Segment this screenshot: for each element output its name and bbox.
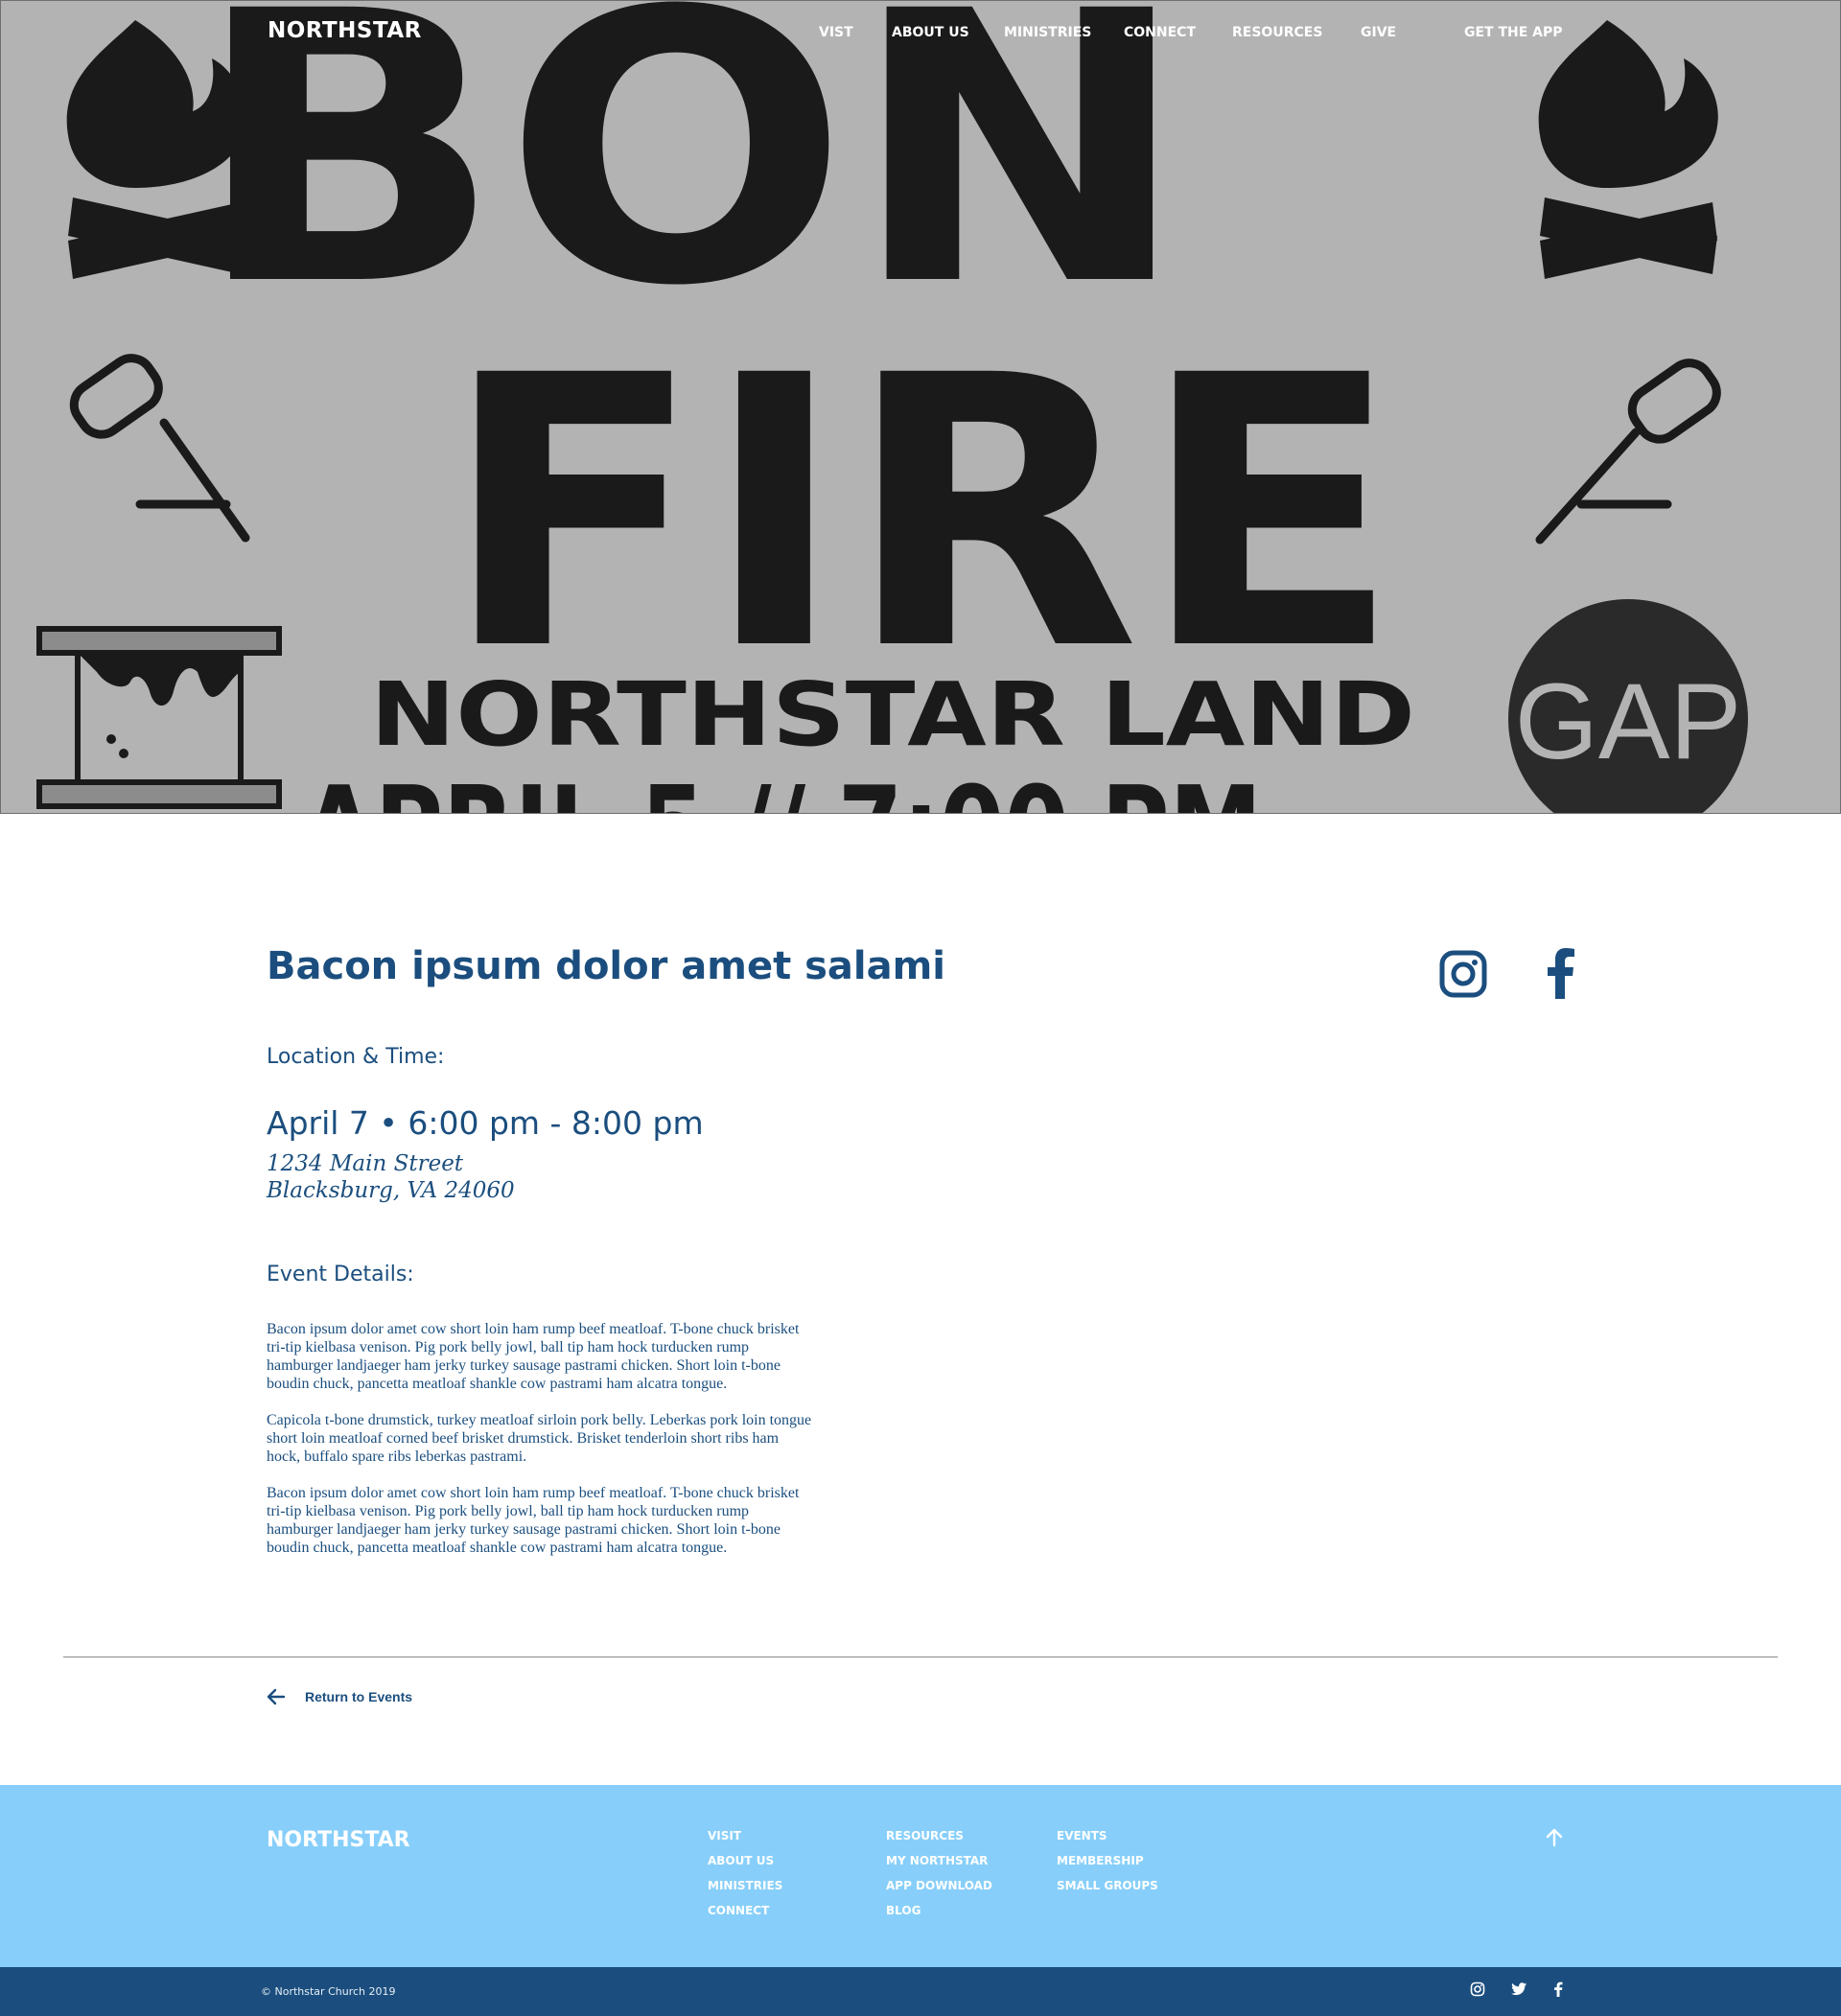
copyright-text: © Northstar Church 2019	[261, 1985, 396, 1998]
bonfire-poster-image: BON FIRE NORTHSTAR LAND APRIL 5 // 7:00 …	[36, 1, 1748, 814]
event-title: Bacon ipsum dolor amet salami	[267, 944, 946, 988]
get-the-app-button[interactable]: GET THE APP	[1464, 25, 1563, 40]
footer-column-1: VISIT ABOUT US MINISTRIES CONNECT	[708, 1828, 782, 1928]
flame-icon	[1538, 20, 1718, 279]
footer-column-3: EVENTS MEMBERSHIP SMALL GROUPS	[1057, 1828, 1158, 1903]
marshmallow-icon	[69, 354, 250, 543]
hero-banner: BON FIRE NORTHSTAR LAND APRIL 5 // 7:00 …	[0, 0, 1841, 814]
footer-logo[interactable]: NORTHSTAR	[267, 1828, 410, 1852]
event-details-heading: Event Details:	[267, 1263, 414, 1286]
address-line-1: 1234 Main Street	[267, 1151, 464, 1176]
smores-icon	[36, 626, 282, 809]
nav-item-connect[interactable]: CONNECT	[1124, 25, 1196, 40]
nav-item-ministries[interactable]: MINISTRIES	[1004, 25, 1091, 40]
event-date-time: April 7 • 6:00 pm - 8:00 pm	[267, 1104, 704, 1142]
event-details-body: Bacon ipsum dolor amet cow short loin ha…	[267, 1320, 813, 1575]
footer-bottom-bar: © Northstar Church 2019	[0, 1967, 1841, 2016]
footer-link-small-groups[interactable]: SMALL GROUPS	[1057, 1878, 1158, 1903]
instagram-icon[interactable]	[1438, 949, 1488, 999]
arrow-left-icon	[267, 1688, 286, 1705]
details-paragraph: Bacon ipsum dolor amet cow short loin ha…	[267, 1321, 800, 1392]
details-paragraph: Capicola t-bone drumstick, turkey meatlo…	[267, 1412, 812, 1465]
nav-item-give[interactable]: GIVE	[1361, 25, 1396, 40]
facebook-icon[interactable]	[1553, 1981, 1563, 1997]
gap-logo-text: GAP	[1515, 661, 1742, 781]
footer-link-membership[interactable]: MEMBERSHIP	[1057, 1853, 1158, 1878]
footer-link-resources[interactable]: RESOURCES	[886, 1828, 992, 1853]
nav-item-visit[interactable]: VIST	[819, 25, 853, 40]
nav-item-resources[interactable]: RESOURCES	[1232, 25, 1322, 40]
poster-location: NORTHSTAR LAND	[370, 663, 1415, 766]
marshmallow-icon	[1535, 359, 1721, 545]
footer-link-about-us[interactable]: ABOUT US	[708, 1853, 782, 1878]
footer-link-ministries[interactable]: MINISTRIES	[708, 1878, 782, 1903]
site-footer: NORTHSTAR VISIT ABOUT US MINISTRIES CONN…	[0, 1785, 1841, 1967]
return-to-events-label: Return to Events	[305, 1689, 413, 1704]
details-paragraph: Bacon ipsum dolor amet cow short loin ha…	[267, 1485, 800, 1556]
return-to-events-link[interactable]: Return to Events	[267, 1685, 412, 1708]
poster-date: APRIL 5 // 7:00 PM	[303, 763, 1262, 814]
footer-column-2: RESOURCES MY NORTHSTAR APP DOWNLOAD BLOG	[886, 1828, 992, 1928]
footer-link-events[interactable]: EVENTS	[1057, 1828, 1158, 1853]
nav-item-about-us[interactable]: ABOUT US	[892, 25, 969, 40]
address-line-2: Blacksburg, VA 24060	[267, 1178, 515, 1203]
twitter-icon[interactable]	[1511, 1981, 1527, 1997]
footer-link-visit[interactable]: VISIT	[708, 1828, 782, 1853]
main-nav: VIST ABOUT US MINISTRIES CONNECT RESOURC…	[1, 25, 1840, 44]
footer-link-app-download[interactable]: APP DOWNLOAD	[886, 1878, 992, 1903]
footer-link-blog[interactable]: BLOG	[886, 1903, 992, 1928]
event-address: 1234 Main Street Blacksburg, VA 24060	[267, 1150, 515, 1204]
footer-link-connect[interactable]: CONNECT	[708, 1903, 782, 1928]
instagram-icon[interactable]	[1470, 1981, 1485, 1997]
facebook-icon[interactable]	[1545, 947, 1575, 999]
arrow-up-icon[interactable]	[1545, 1828, 1564, 1847]
social-share	[1438, 947, 1592, 1001]
footer-link-my-northstar[interactable]: MY NORTHSTAR	[886, 1853, 992, 1878]
location-time-heading: Location & Time:	[267, 1045, 445, 1069]
